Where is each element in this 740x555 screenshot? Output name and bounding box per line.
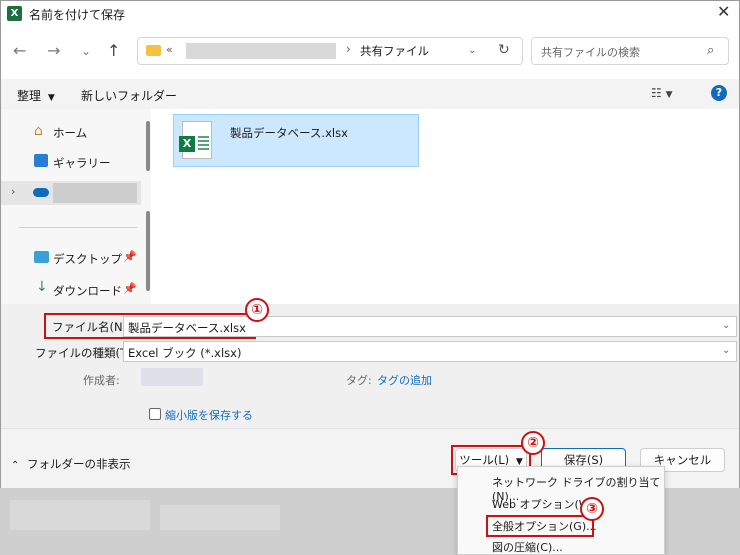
filetype-select[interactable]: Excel ブック (*.xlsx) ⌄ xyxy=(123,341,737,362)
account-name-blurred xyxy=(53,183,137,203)
organize-button[interactable]: 整理 ▼ xyxy=(17,87,55,104)
address-path-blurred xyxy=(186,43,336,59)
thumbnail-label[interactable]: 縮小版を保存する xyxy=(165,407,253,423)
organize-label: 整理 xyxy=(17,89,42,103)
back-arrow-icon[interactable]: ← xyxy=(13,41,26,60)
sidebar-item-desktop[interactable]: デスクトップ xyxy=(53,251,122,267)
filename-label: ファイル名(N): xyxy=(52,320,131,334)
sidebar-item-gallery[interactable]: ギャラリー xyxy=(53,155,111,171)
filetype-label: ファイルの種類(T): xyxy=(35,346,136,360)
home-icon: ⌂ xyxy=(34,123,43,139)
help-icon[interactable]: ? xyxy=(711,85,727,101)
hide-folders-button[interactable]: ⌃ フォルダーの非表示 xyxy=(11,456,131,472)
search-input[interactable]: 共有ファイルの検索 xyxy=(541,44,640,60)
up-arrow-icon[interactable]: ↑ xyxy=(107,41,120,60)
excel-icon: X xyxy=(7,6,22,21)
background-blur xyxy=(160,505,280,530)
cloud-icon xyxy=(33,188,49,197)
nav-scrollbar-thumb[interactable] xyxy=(146,121,150,171)
recent-chevron-icon[interactable]: ⌄ xyxy=(81,44,91,58)
chevron-up-icon: ⌃ xyxy=(11,460,20,471)
folder-icon xyxy=(146,45,161,56)
annotation-badge-3: ③ xyxy=(580,497,604,521)
window-title: 名前を付けて保存 xyxy=(29,8,126,22)
desktop-icon xyxy=(34,251,49,263)
background-blur xyxy=(10,500,150,530)
view-options-icon[interactable]: ☷ ▼ xyxy=(651,86,673,100)
sheet-grid-icon xyxy=(198,136,209,150)
tag-label: タグ: xyxy=(346,374,372,387)
address-overflow[interactable]: « xyxy=(166,43,173,56)
new-folder-button[interactable]: 新しいフォルダー xyxy=(81,87,177,104)
excel-x-icon: X xyxy=(179,136,195,152)
title-bar: X 名前を付けて保存 ✕ xyxy=(1,1,739,27)
chevron-down-icon[interactable]: ⌄ xyxy=(722,320,730,331)
address-bar[interactable]: « › 共有ファイル ⌄ ↻ xyxy=(137,37,523,65)
annotation-badge-1: ① xyxy=(245,298,269,322)
close-icon[interactable]: ✕ xyxy=(717,2,730,21)
refresh-icon[interactable]: ↻ xyxy=(498,42,510,58)
filetype-value: Excel ブック (*.xlsx) xyxy=(128,346,242,360)
forward-arrow-icon[interactable]: → xyxy=(47,41,60,60)
author-label: 作成者: xyxy=(83,374,120,387)
tools-menu: ネットワーク ドライブの割り当て(N)... Web オプション(W)... 全… xyxy=(457,466,665,555)
search-box[interactable]: 共有ファイルの検索 ⌕ xyxy=(531,37,729,65)
menu-item-general-options[interactable]: 全般オプション(G)... xyxy=(492,518,597,534)
breadcrumb-current[interactable]: 共有ファイル xyxy=(360,43,429,59)
author-value-blurred[interactable] xyxy=(141,368,203,386)
chevron-down-icon[interactable]: ⌄ xyxy=(468,45,476,56)
download-icon: ↓ xyxy=(36,279,48,295)
sidebar-item-onedrive[interactable]: › xyxy=(1,181,141,205)
filename-input[interactable]: 製品データベース.xlsx xyxy=(128,320,246,336)
add-tag-link[interactable]: タグの追加 xyxy=(377,372,432,388)
nav-divider xyxy=(19,227,137,228)
menu-item-compress-pictures[interactable]: 図の圧縮(C)... xyxy=(492,539,563,555)
gallery-icon xyxy=(34,154,48,167)
breadcrumb-chevron-icon: › xyxy=(346,42,351,56)
filename-field[interactable]: 製品データベース.xlsx ⌄ xyxy=(123,316,737,337)
expand-chevron-icon[interactable]: › xyxy=(11,185,15,198)
hide-folders-label: フォルダーの非表示 xyxy=(27,457,131,471)
save-as-dialog: X 名前を付けて保存 ✕ ← → ⌄ ↑ « › 共有ファイル ⌄ ↻ 共有ファ… xyxy=(0,0,740,488)
sidebar-item-home[interactable]: ホーム xyxy=(53,125,87,141)
chevron-down-icon[interactable]: ⌄ xyxy=(722,345,730,356)
pin-icon[interactable]: 📌 xyxy=(123,282,137,295)
sidebar-item-downloads[interactable]: ダウンロード xyxy=(53,283,122,299)
caret-down-icon: ▼ xyxy=(47,93,55,103)
nav-scrollbar-thumb[interactable] xyxy=(146,211,150,291)
file-name: 製品データベース.xlsx xyxy=(230,126,348,140)
file-item[interactable]: X 製品データベース.xlsx xyxy=(173,114,419,167)
search-icon[interactable]: ⌕ xyxy=(707,43,714,58)
pin-icon[interactable]: 📌 xyxy=(123,250,137,263)
tools-label: ツール(L) xyxy=(459,453,510,467)
excel-file-icon: X xyxy=(179,121,212,159)
thumbnail-checkbox[interactable] xyxy=(149,408,161,420)
